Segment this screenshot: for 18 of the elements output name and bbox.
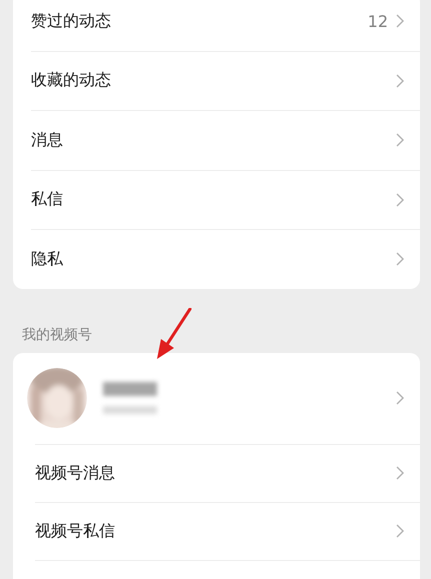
list-item[interactable]: 消息	[31, 110, 420, 170]
list-item[interactable]: 收藏的动态	[31, 50, 420, 110]
chevron-icon	[396, 252, 404, 266]
count-label: 12	[368, 12, 388, 31]
list-item[interactable]: 隐私	[31, 229, 420, 288]
chevron-icon	[396, 192, 404, 207]
list-item[interactable]: 赞过的动态 12	[31, 0, 420, 50]
list-item[interactable]: 视频号私信	[35, 502, 420, 560]
chevron-icon	[396, 133, 404, 148]
chevron-icon	[396, 74, 404, 88]
list-item[interactable]: 视频号消息	[35, 444, 420, 502]
chevron-icon	[396, 14, 404, 28]
blurred-text	[103, 382, 157, 414]
list-item[interactable]: 私信	[31, 170, 420, 229]
chevron-icon	[396, 391, 404, 405]
section-header: 我的视频号	[22, 326, 93, 344]
chevron-icon	[396, 466, 404, 480]
chevron-icon	[396, 524, 404, 538]
